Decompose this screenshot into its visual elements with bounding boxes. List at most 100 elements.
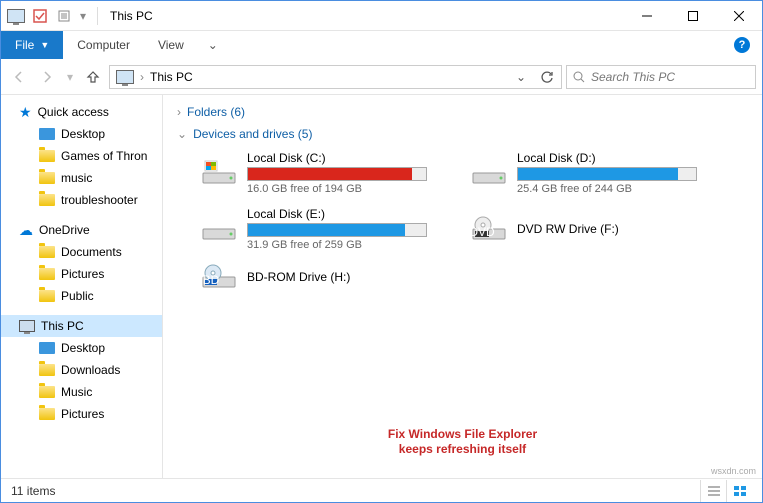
sidebar-item-label: Public bbox=[61, 289, 94, 303]
drive-info: 25.4 GB free of 244 GB bbox=[517, 183, 717, 195]
group-drives[interactable]: ⌄ Devices and drives (5) bbox=[169, 123, 762, 145]
drive-name: Local Disk (D:) bbox=[517, 151, 717, 165]
sidebar-onedrive[interactable]: ☁ OneDrive bbox=[1, 219, 162, 241]
address-bar[interactable]: › This PC ⌄ bbox=[109, 65, 562, 89]
tab-view[interactable]: View bbox=[144, 31, 198, 59]
drive-icon bbox=[471, 159, 507, 187]
drive-usage-bar bbox=[517, 167, 697, 181]
drive-icon: BD bbox=[201, 263, 237, 291]
sidebar-item[interactable]: Games of Thron bbox=[1, 145, 162, 167]
chevron-right-icon: › bbox=[177, 105, 181, 119]
sidebar-item-label: Games of Thron bbox=[61, 149, 147, 163]
sidebar-label: OneDrive bbox=[39, 223, 90, 237]
sidebar-item[interactable]: Pictures bbox=[1, 263, 162, 285]
drive-item[interactable]: Local Disk (D:) 25.4 GB free of 244 GB bbox=[469, 149, 719, 197]
nav-back-button[interactable] bbox=[7, 65, 31, 89]
address-icon bbox=[116, 70, 134, 84]
sidebar-item[interactable]: Pictures bbox=[1, 403, 162, 425]
svg-text:DVD: DVD bbox=[471, 225, 495, 239]
nav-up-button[interactable] bbox=[81, 65, 105, 89]
overlay-line1: Fix Windows File Explorer bbox=[163, 427, 762, 443]
nav-forward-button[interactable] bbox=[35, 65, 59, 89]
ribbon-expand-icon[interactable]: ⌄ bbox=[198, 31, 228, 59]
tab-file-label: File bbox=[15, 38, 34, 52]
drive-item[interactable]: Local Disk (E:) 31.9 GB free of 259 GB bbox=[199, 205, 449, 253]
sidebar-quick-access[interactable]: ★ Quick access bbox=[1, 101, 162, 123]
group-drives-label: Devices and drives (5) bbox=[193, 127, 312, 141]
window-icon[interactable] bbox=[5, 5, 27, 27]
folder-icon bbox=[39, 246, 55, 258]
view-details-button[interactable] bbox=[700, 480, 726, 502]
drive-icon bbox=[201, 159, 237, 187]
status-item-count: 11 items bbox=[11, 484, 55, 498]
help-button[interactable]: ? bbox=[722, 31, 762, 59]
sidebar-item[interactable]: Documents bbox=[1, 241, 162, 263]
quick-access-toolbar: ▾ bbox=[1, 5, 93, 27]
address-dropdown-icon[interactable]: ⌄ bbox=[511, 67, 531, 87]
tab-file[interactable]: File▼ bbox=[1, 31, 63, 59]
window-title: This PC bbox=[110, 9, 153, 23]
navigation-bar: ▾ › This PC ⌄ Search This PC bbox=[1, 59, 762, 95]
help-icon: ? bbox=[734, 37, 750, 53]
drive-usage-bar bbox=[247, 167, 427, 181]
drives-list: Local Disk (C:)16.0 GB free of 194 GBLoc… bbox=[169, 145, 762, 293]
folder-icon bbox=[39, 364, 55, 376]
nav-recent-dropdown[interactable]: ▾ bbox=[63, 65, 77, 89]
maximize-button[interactable] bbox=[670, 1, 716, 31]
refresh-button[interactable] bbox=[537, 67, 557, 87]
drive-icon bbox=[201, 215, 237, 243]
sidebar-item[interactable]: troubleshooter bbox=[1, 189, 162, 211]
group-folders[interactable]: › Folders (6) bbox=[169, 101, 762, 123]
folder-icon bbox=[39, 194, 55, 206]
sidebar-label: Quick access bbox=[38, 105, 109, 119]
address-path[interactable]: This PC bbox=[150, 70, 193, 84]
search-placeholder: Search This PC bbox=[591, 70, 675, 84]
sidebar-item-label: Music bbox=[61, 385, 92, 399]
sidebar-item[interactable]: Desktop bbox=[1, 123, 162, 145]
folder-icon bbox=[39, 172, 55, 184]
drive-item[interactable]: BD BD-ROM Drive (H:) bbox=[199, 261, 449, 293]
qat-dropdown-icon[interactable]: ▾ bbox=[77, 5, 89, 27]
sidebar-item[interactable]: Downloads bbox=[1, 359, 162, 381]
status-view-switcher bbox=[700, 480, 752, 502]
drive-name: BD-ROM Drive (H:) bbox=[247, 270, 447, 284]
drive-name: DVD RW Drive (F:) bbox=[517, 222, 717, 236]
sidebar-item-label: Downloads bbox=[61, 363, 120, 377]
tab-computer[interactable]: Computer bbox=[63, 31, 144, 59]
qat-properties-icon[interactable] bbox=[53, 5, 75, 27]
search-icon bbox=[573, 71, 585, 83]
sidebar-item[interactable]: Music bbox=[1, 381, 162, 403]
sidebar-item-label: Desktop bbox=[61, 127, 105, 141]
sidebar-item[interactable]: Desktop bbox=[1, 337, 162, 359]
desktop-icon bbox=[39, 128, 55, 140]
sidebar-item-label: Desktop bbox=[61, 341, 105, 355]
cloud-icon: ☁ bbox=[19, 222, 33, 239]
sidebar-this-pc[interactable]: This PC bbox=[1, 315, 162, 337]
monitor-icon bbox=[19, 320, 35, 332]
sidebar-item-label: Pictures bbox=[61, 267, 104, 281]
drive-name: Local Disk (C:) bbox=[247, 151, 447, 165]
drive-name: Local Disk (E:) bbox=[247, 207, 447, 221]
qat-checkbox[interactable] bbox=[29, 5, 51, 27]
view-large-button[interactable] bbox=[726, 480, 752, 502]
drive-info: 31.9 GB free of 259 GB bbox=[247, 239, 447, 251]
overlay-caption: Fix Windows File Explorer keeps refreshi… bbox=[163, 427, 762, 458]
content-pane: › Folders (6) ⌄ Devices and drives (5) L… bbox=[163, 95, 762, 478]
folder-icon bbox=[39, 408, 55, 420]
folder-icon bbox=[39, 150, 55, 162]
sidebar-item[interactable]: Public bbox=[1, 285, 162, 307]
window-controls bbox=[624, 1, 762, 31]
folder-icon bbox=[39, 268, 55, 280]
drive-icon: DVD bbox=[471, 215, 507, 243]
minimize-button[interactable] bbox=[624, 1, 670, 31]
drive-item[interactable]: DVD DVD RW Drive (F:) bbox=[469, 205, 719, 253]
close-button[interactable] bbox=[716, 1, 762, 31]
address-separator-icon: › bbox=[140, 70, 144, 84]
search-box[interactable]: Search This PC bbox=[566, 65, 756, 89]
drive-item[interactable]: Local Disk (C:)16.0 GB free of 194 GB bbox=[199, 149, 449, 197]
overlay-line2: keeps refreshing itself bbox=[163, 442, 762, 458]
drive-usage-bar bbox=[247, 223, 427, 237]
sidebar-item[interactable]: music bbox=[1, 167, 162, 189]
title-bar: ▾ This PC bbox=[1, 1, 762, 31]
star-icon: ★ bbox=[19, 104, 32, 121]
